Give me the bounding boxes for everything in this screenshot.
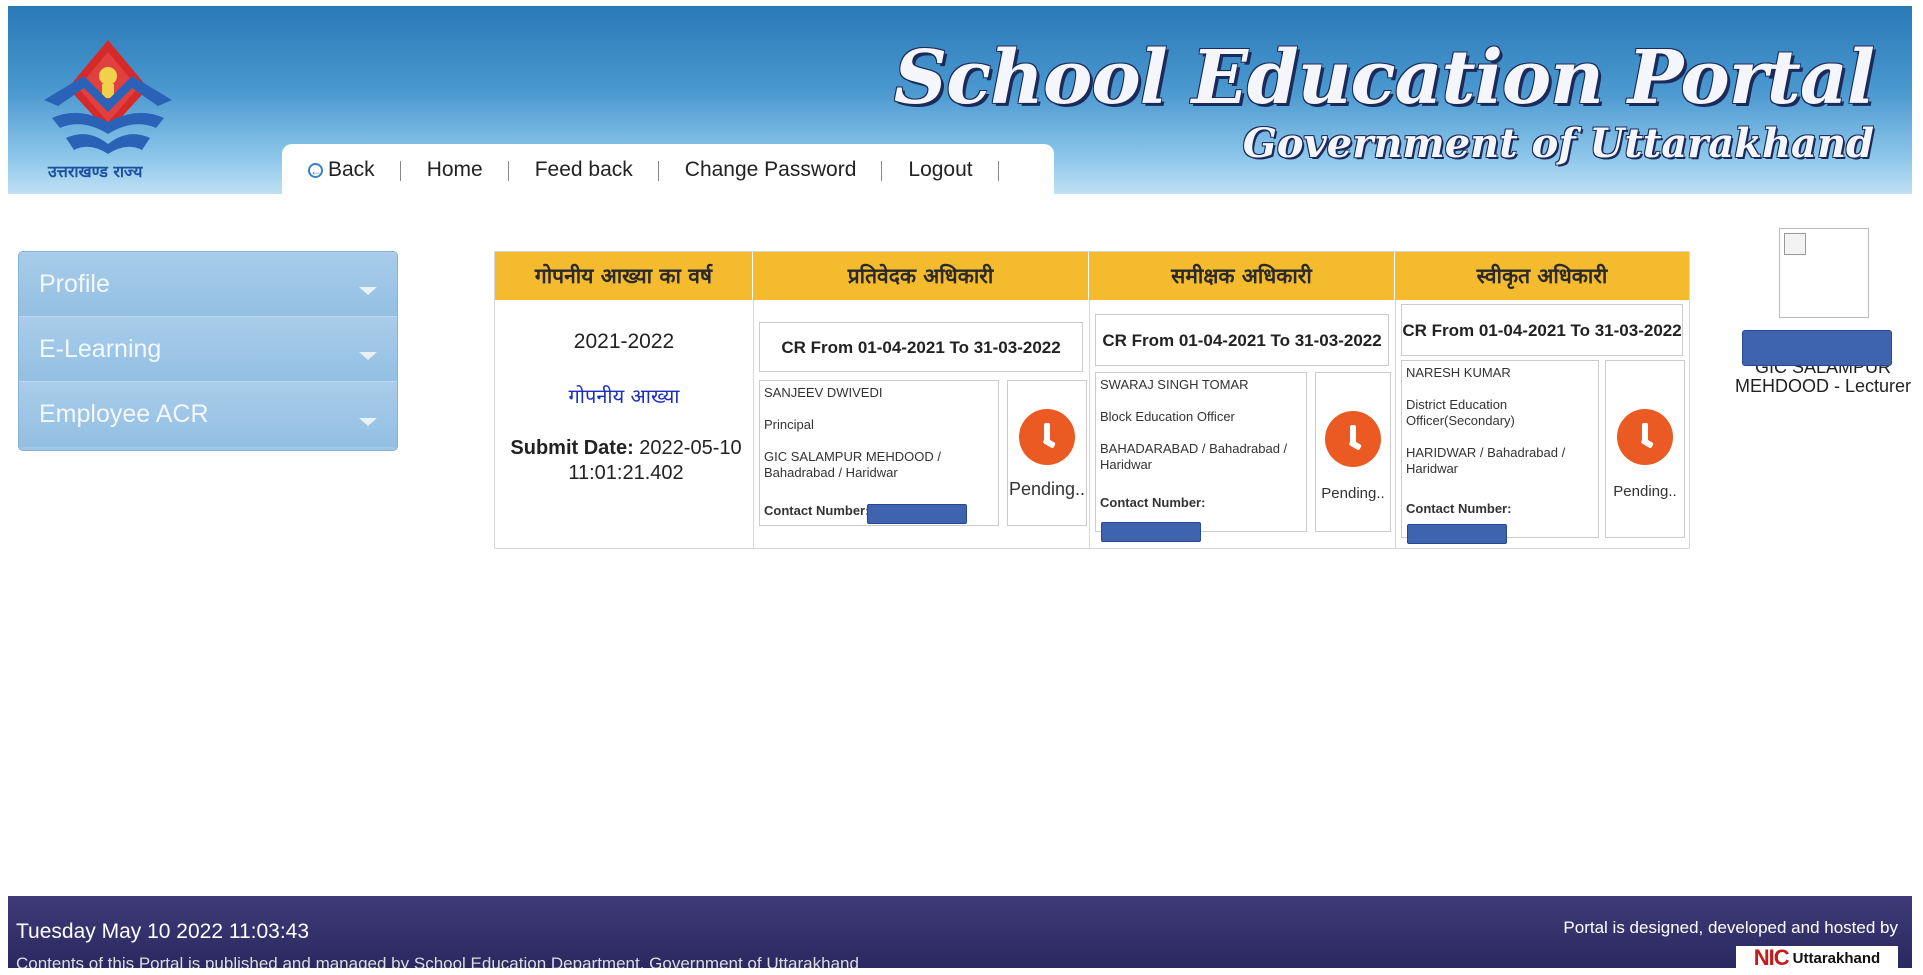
status-cell: Pending.. [1315, 372, 1391, 532]
nav-home-link[interactable]: Home [401, 158, 509, 182]
header-accepting-officer: स्वीकृत अधिकारी [1395, 252, 1689, 300]
column-divider [1089, 300, 1090, 548]
submit-time-value: 11:01:21.402 [568, 462, 684, 484]
column-divider [753, 300, 754, 548]
officer-name: SWARAJ SINGH TOMAR [1100, 377, 1249, 392]
page: उत्तराखण्ड राज्य ← Back Home Feed back C… [8, 6, 1912, 968]
officer-name: SANJEEV DWIVEDI [764, 385, 883, 400]
status-text: Pending.. [1613, 483, 1677, 500]
submit-date-value: 2022-05-10 [639, 437, 742, 459]
sidebar-item-e-learning[interactable]: E-Learning [19, 317, 397, 382]
logo-caption: उत्तराखण्ड राज्य [48, 162, 143, 181]
contact-number-label: Contact Number: [1100, 495, 1206, 510]
cr-period: CR From 01-04-2021 To 31-03-2022 [1401, 304, 1683, 356]
footer-designed-by: Portal is designed, developed and hosted… [1563, 918, 1898, 937]
pending-clock-icon [1617, 409, 1673, 465]
sidebar-item-label: Employee ACR [39, 400, 209, 428]
footer: Tuesday May 10 2022 11:03:43 Contents of… [8, 896, 1912, 968]
nic-place: Uttarakhand [1792, 949, 1881, 967]
redacted-employee-name [1742, 330, 1892, 366]
portal-subtitle: Government of Uttarakhand [1242, 120, 1874, 167]
nav-change-password-link[interactable]: Change Password [659, 158, 883, 182]
officer-designation: Block Education Officer [1100, 409, 1235, 424]
portal-title: School Education Portal [893, 35, 1875, 121]
status-cell: Pending.. [1007, 380, 1087, 526]
officer-details: SWARAJ SINGH TOMAR Block Education Offic… [1095, 372, 1307, 532]
acr-status-table: गोपनीय आख्या का वर्ष प्रतिवेदक अधिकारी स… [494, 251, 1690, 549]
status-text: Pending.. [1008, 479, 1086, 499]
redacted-contact-number [1407, 524, 1507, 544]
chevron-down-icon [359, 417, 377, 426]
portal-brand: School Education Portal Government of Ut… [893, 35, 1875, 167]
officer-details: NARESH KUMAR District Education Officer(… [1401, 360, 1599, 538]
cr-period: CR From 01-04-2021 To 31-03-2022 [759, 322, 1083, 372]
officer-designation: District Education Officer(Secondary) [1406, 397, 1515, 428]
sidebar-menu: Profile E-Learning Employee ACR [18, 251, 398, 451]
back-arrow-icon: ← [308, 162, 323, 178]
employee-photo [1779, 228, 1869, 318]
nav-back-label: Back [328, 158, 375, 181]
submit-date-label: Submit Date: [510, 437, 634, 459]
nic-mark: NIC [1753, 945, 1790, 968]
officer-office: HARIDWAR / Bahadrabad / Haridwar [1406, 445, 1566, 476]
pending-clock-icon [1019, 409, 1075, 465]
cr-period: CR From 01-04-2021 To 31-03-2022 [1095, 314, 1389, 366]
sidebar-item-label: E-Learning [39, 334, 162, 363]
status-cell: Pending.. [1605, 360, 1685, 538]
officer-office: BAHADARABAD / Bahadrabad / Haridwar [1100, 441, 1288, 472]
contact-number-label: Contact Number: [764, 503, 870, 518]
header-reporting-officer: प्रतिवेदक अधिकारी [753, 252, 1089, 300]
footer-content-note: Contents of this Portal is published and… [16, 954, 859, 968]
header-reviewing-officer: समीक्षक अधिकारी [1089, 252, 1395, 300]
sidebar-item-label: Profile [39, 269, 110, 298]
redacted-contact-number [867, 504, 967, 524]
column-divider [1395, 300, 1396, 548]
officer-office: GIC SALAMPUR MEHDOOD / Bahadrabad / Hari… [764, 449, 941, 480]
current-datetime: Tuesday May 10 2022 11:03:43 [16, 920, 310, 943]
acr-year: 2021-2022 [573, 330, 675, 353]
officer-designation: Principal [764, 417, 814, 432]
nav-back-link[interactable]: ← Back [308, 158, 401, 182]
sidebar-item-employee-acr[interactable]: Employee ACR [19, 382, 397, 447]
acr-view-link[interactable]: गोपनीय आख्या [495, 382, 753, 409]
chevron-down-icon [359, 352, 377, 360]
pending-clock-icon [1325, 411, 1381, 467]
chevron-down-icon [359, 287, 377, 295]
contact-number-label: Contact Number: [1406, 501, 1512, 516]
redacted-contact-number [1101, 522, 1201, 542]
broken-image-icon [1784, 233, 1806, 255]
header-acr-year: गोपनीय आख्या का वर्ष [495, 252, 753, 300]
officer-name: NARESH KUMAR [1406, 365, 1511, 380]
status-text: Pending.. [1321, 485, 1385, 502]
nic-logo[interactable]: NIC Uttarakhand [1736, 945, 1898, 968]
nav-feedback-link[interactable]: Feed back [509, 158, 659, 182]
header: उत्तराखण्ड राज्य ← Back Home Feed back C… [8, 6, 1912, 196]
sidebar-item-profile[interactable]: Profile [19, 252, 397, 317]
submit-date: Submit Date: 2022-05-10 11:01:21.402 [501, 436, 751, 486]
